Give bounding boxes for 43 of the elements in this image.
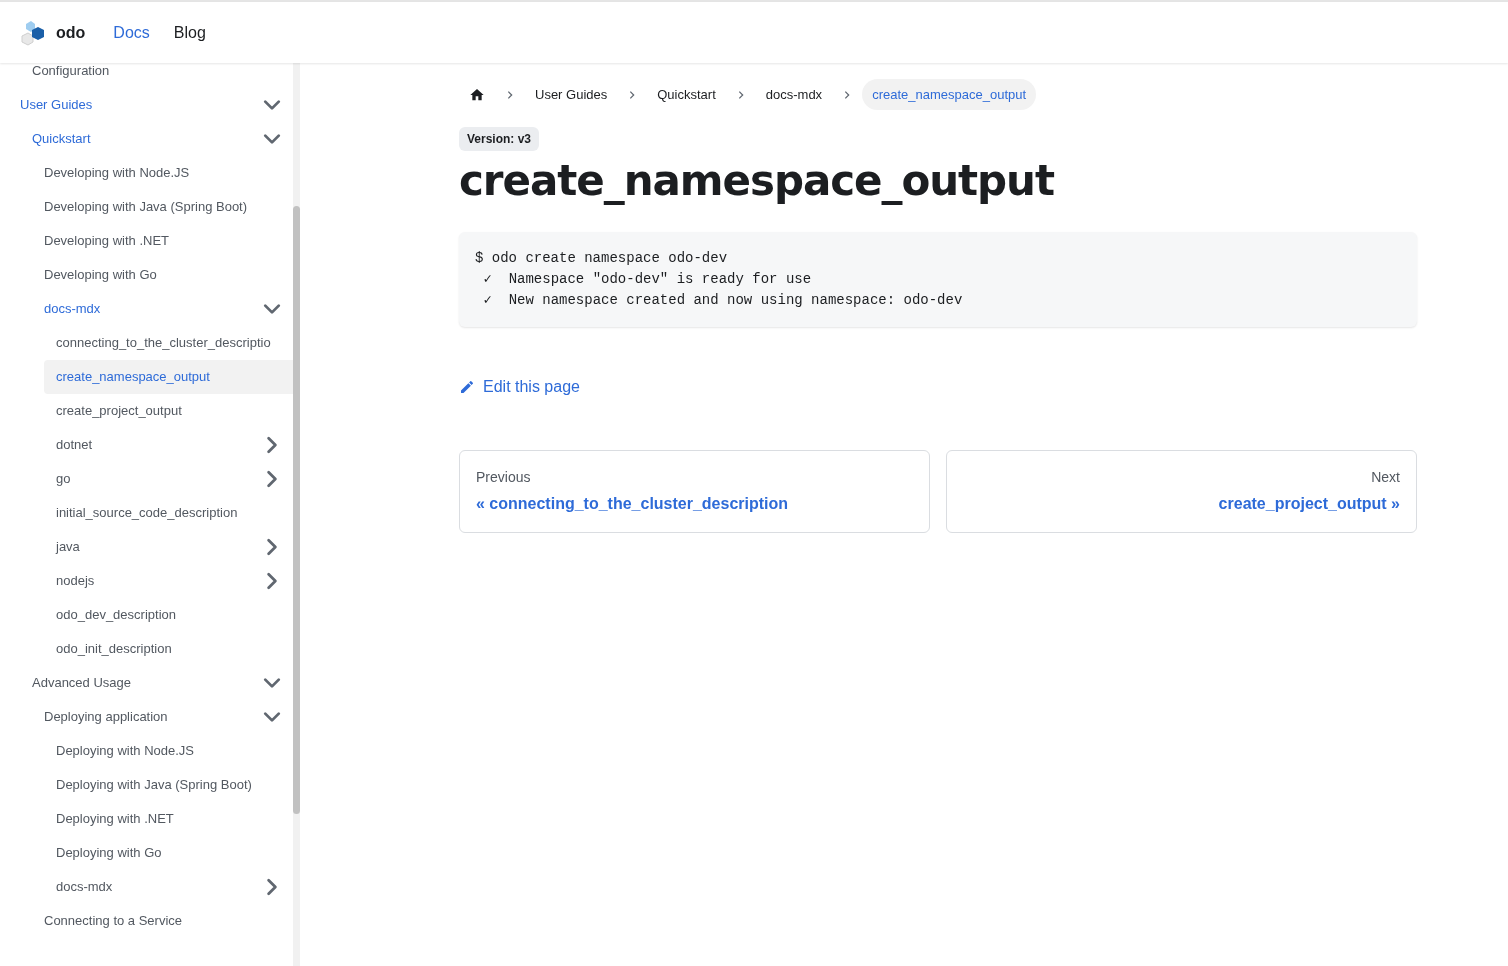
code-block: $ odo create namespace odo-dev ✓ Namespace "odo-dev" is ready for use ✓ New namespace created and now using namespace: odo-dev [459, 231, 1417, 327]
scrollbar[interactable] [293, 63, 300, 966]
sidebar-item[interactable]: User Guides [20, 95, 263, 115]
next-page-link[interactable]: Next create_project_output » [946, 449, 1417, 533]
sidebar-item[interactable]: odo_dev_description [56, 605, 285, 625]
nav-link[interactable]: Docs [113, 20, 150, 45]
sidebar-item[interactable]: Configuration [32, 61, 285, 81]
sidebar-item[interactable]: Quickstart [32, 129, 263, 149]
breadcrumb-link[interactable]: create_namespace_output [862, 78, 1037, 111]
sidebar-item[interactable]: Developing with .NET [44, 231, 285, 251]
version-badge: Version: v3 [459, 127, 540, 151]
sidebar-item[interactable]: nodejs [56, 571, 263, 591]
home-icon[interactable] [469, 86, 485, 103]
sidebar-item[interactable]: Advanced Usage [32, 673, 263, 693]
sidebar-item[interactable]: create_project_output [56, 401, 285, 421]
sidebar-item[interactable]: dotnet [56, 435, 263, 455]
breadcrumb-link[interactable]: Quickstart [647, 78, 726, 111]
sidebar-item[interactable]: odo_init_description [56, 639, 285, 659]
nav-link[interactable]: Blog [173, 20, 206, 45]
edit-link[interactable]: Edit this page [459, 374, 580, 399]
sidebar-item[interactable]: Developing with Go [44, 265, 285, 285]
breadcrumb-link[interactable]: User Guides [525, 78, 618, 111]
sidebar-item[interactable]: Developing with Node.JS [44, 163, 285, 183]
sidebar-item[interactable]: initial_source_code_description [56, 503, 285, 523]
sidebar-item[interactable]: Deploying with Java (Spring Boot) [56, 775, 285, 795]
sidebar-item[interactable]: docs-mdx [44, 299, 263, 319]
sidebar-item[interactable]: create_namespace_output [56, 367, 285, 387]
sidebar-item[interactable]: Deploying application [44, 707, 263, 727]
pencil-icon [459, 378, 475, 395]
sidebar-item[interactable]: Deploying with Node.JS [56, 741, 285, 761]
sidebar-item[interactable]: docs-mdx [56, 877, 263, 897]
sidebar-item[interactable]: connecting_to_the_cluster_descriptio [56, 333, 285, 353]
sidebar-item[interactable]: java [56, 537, 263, 557]
previous-page-link[interactable]: Previous « connecting_to_the_cluster_description [459, 449, 930, 533]
brand-name[interactable]: odo [56, 20, 86, 45]
sidebar-item[interactable]: Developing with Java (Spring Boot) [44, 197, 285, 217]
chevron-right-icon [505, 89, 515, 100]
page-title: create_namespace_output [459, 155, 1055, 207]
sidebar-item[interactable]: Connecting to a Service [44, 911, 285, 931]
sidebar-item[interactable]: Deploying with Go [56, 843, 285, 863]
breadcrumb-link[interactable]: docs-mdx [755, 78, 833, 111]
sidebar-item[interactable]: go [56, 469, 263, 489]
sidebar-item[interactable]: Deploying with .NET [56, 809, 285, 829]
